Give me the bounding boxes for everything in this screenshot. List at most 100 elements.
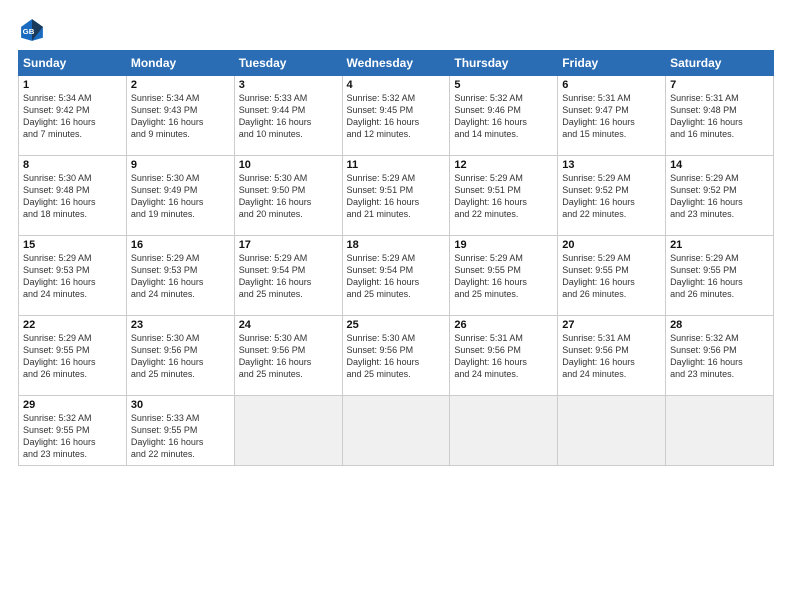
calendar-cell: 27Sunrise: 5:31 AM Sunset: 9:56 PM Dayli… <box>558 316 666 396</box>
weekday-header-sunday: Sunday <box>19 51 127 76</box>
calendar-cell <box>234 396 342 466</box>
weekday-header-saturday: Saturday <box>666 51 774 76</box>
calendar-cell: 6Sunrise: 5:31 AM Sunset: 9:47 PM Daylig… <box>558 76 666 156</box>
day-info: Sunrise: 5:33 AM Sunset: 9:55 PM Dayligh… <box>131 412 230 461</box>
day-number: 26 <box>454 319 553 331</box>
day-info: Sunrise: 5:32 AM Sunset: 9:56 PM Dayligh… <box>670 332 769 381</box>
day-info: Sunrise: 5:29 AM Sunset: 9:55 PM Dayligh… <box>23 332 122 381</box>
day-info: Sunrise: 5:32 AM Sunset: 9:46 PM Dayligh… <box>454 92 553 141</box>
calendar-cell: 11Sunrise: 5:29 AM Sunset: 9:51 PM Dayli… <box>342 156 450 236</box>
calendar-cell: 28Sunrise: 5:32 AM Sunset: 9:56 PM Dayli… <box>666 316 774 396</box>
day-info: Sunrise: 5:34 AM Sunset: 9:43 PM Dayligh… <box>131 92 230 141</box>
calendar-cell: 17Sunrise: 5:29 AM Sunset: 9:54 PM Dayli… <box>234 236 342 316</box>
day-number: 18 <box>347 239 446 251</box>
day-info: Sunrise: 5:33 AM Sunset: 9:44 PM Dayligh… <box>239 92 338 141</box>
calendar-cell: 9Sunrise: 5:30 AM Sunset: 9:49 PM Daylig… <box>126 156 234 236</box>
day-number: 8 <box>23 159 122 171</box>
day-number: 24 <box>239 319 338 331</box>
calendar-cell: 1Sunrise: 5:34 AM Sunset: 9:42 PM Daylig… <box>19 76 127 156</box>
calendar-cell: 22Sunrise: 5:29 AM Sunset: 9:55 PM Dayli… <box>19 316 127 396</box>
day-number: 11 <box>347 159 446 171</box>
calendar-cell <box>558 396 666 466</box>
calendar-cell: 8Sunrise: 5:30 AM Sunset: 9:48 PM Daylig… <box>19 156 127 236</box>
week-row-2: 8Sunrise: 5:30 AM Sunset: 9:48 PM Daylig… <box>19 156 774 236</box>
day-info: Sunrise: 5:29 AM Sunset: 9:52 PM Dayligh… <box>562 172 661 221</box>
calendar-cell: 3Sunrise: 5:33 AM Sunset: 9:44 PM Daylig… <box>234 76 342 156</box>
day-number: 20 <box>562 239 661 251</box>
day-info: Sunrise: 5:30 AM Sunset: 9:49 PM Dayligh… <box>131 172 230 221</box>
day-info: Sunrise: 5:29 AM Sunset: 9:54 PM Dayligh… <box>347 252 446 301</box>
day-number: 15 <box>23 239 122 251</box>
day-number: 2 <box>131 79 230 91</box>
svg-text:GB: GB <box>23 27 35 36</box>
calendar-cell: 10Sunrise: 5:30 AM Sunset: 9:50 PM Dayli… <box>234 156 342 236</box>
day-number: 5 <box>454 79 553 91</box>
calendar-cell: 5Sunrise: 5:32 AM Sunset: 9:46 PM Daylig… <box>450 76 558 156</box>
day-number: 6 <box>562 79 661 91</box>
day-number: 17 <box>239 239 338 251</box>
day-info: Sunrise: 5:34 AM Sunset: 9:42 PM Dayligh… <box>23 92 122 141</box>
calendar-cell <box>342 396 450 466</box>
calendar-cell: 26Sunrise: 5:31 AM Sunset: 9:56 PM Dayli… <box>450 316 558 396</box>
weekday-header-friday: Friday <box>558 51 666 76</box>
calendar-cell: 16Sunrise: 5:29 AM Sunset: 9:53 PM Dayli… <box>126 236 234 316</box>
day-info: Sunrise: 5:29 AM Sunset: 9:55 PM Dayligh… <box>670 252 769 301</box>
weekday-header-row: SundayMondayTuesdayWednesdayThursdayFrid… <box>19 51 774 76</box>
day-number: 4 <box>347 79 446 91</box>
calendar-cell: 21Sunrise: 5:29 AM Sunset: 9:55 PM Dayli… <box>666 236 774 316</box>
day-info: Sunrise: 5:31 AM Sunset: 9:56 PM Dayligh… <box>562 332 661 381</box>
day-number: 29 <box>23 399 122 411</box>
day-number: 12 <box>454 159 553 171</box>
calendar-cell <box>666 396 774 466</box>
weekday-header-tuesday: Tuesday <box>234 51 342 76</box>
day-number: 25 <box>347 319 446 331</box>
day-number: 22 <box>23 319 122 331</box>
weekday-header-wednesday: Wednesday <box>342 51 450 76</box>
calendar-cell: 29Sunrise: 5:32 AM Sunset: 9:55 PM Dayli… <box>19 396 127 466</box>
calendar-cell: 4Sunrise: 5:32 AM Sunset: 9:45 PM Daylig… <box>342 76 450 156</box>
calendar-cell: 23Sunrise: 5:30 AM Sunset: 9:56 PM Dayli… <box>126 316 234 396</box>
calendar-cell: 12Sunrise: 5:29 AM Sunset: 9:51 PM Dayli… <box>450 156 558 236</box>
calendar-cell: 20Sunrise: 5:29 AM Sunset: 9:55 PM Dayli… <box>558 236 666 316</box>
page: GB SundayMondayTuesdayWednesdayThursdayF… <box>0 0 792 612</box>
weekday-header-thursday: Thursday <box>450 51 558 76</box>
day-info: Sunrise: 5:29 AM Sunset: 9:55 PM Dayligh… <box>562 252 661 301</box>
day-info: Sunrise: 5:29 AM Sunset: 9:54 PM Dayligh… <box>239 252 338 301</box>
day-number: 14 <box>670 159 769 171</box>
day-number: 9 <box>131 159 230 171</box>
day-info: Sunrise: 5:29 AM Sunset: 9:51 PM Dayligh… <box>347 172 446 221</box>
day-number: 19 <box>454 239 553 251</box>
day-info: Sunrise: 5:30 AM Sunset: 9:50 PM Dayligh… <box>239 172 338 221</box>
calendar-cell: 18Sunrise: 5:29 AM Sunset: 9:54 PM Dayli… <box>342 236 450 316</box>
day-info: Sunrise: 5:29 AM Sunset: 9:53 PM Dayligh… <box>23 252 122 301</box>
day-number: 3 <box>239 79 338 91</box>
week-row-5: 29Sunrise: 5:32 AM Sunset: 9:55 PM Dayli… <box>19 396 774 466</box>
day-number: 1 <box>23 79 122 91</box>
day-number: 13 <box>562 159 661 171</box>
week-row-4: 22Sunrise: 5:29 AM Sunset: 9:55 PM Dayli… <box>19 316 774 396</box>
day-info: Sunrise: 5:29 AM Sunset: 9:51 PM Dayligh… <box>454 172 553 221</box>
calendar-cell <box>450 396 558 466</box>
week-row-1: 1Sunrise: 5:34 AM Sunset: 9:42 PM Daylig… <box>19 76 774 156</box>
header: GB <box>18 16 774 44</box>
weekday-header-monday: Monday <box>126 51 234 76</box>
day-info: Sunrise: 5:30 AM Sunset: 9:56 PM Dayligh… <box>131 332 230 381</box>
day-number: 7 <box>670 79 769 91</box>
day-info: Sunrise: 5:30 AM Sunset: 9:56 PM Dayligh… <box>347 332 446 381</box>
day-info: Sunrise: 5:29 AM Sunset: 9:55 PM Dayligh… <box>454 252 553 301</box>
day-number: 16 <box>131 239 230 251</box>
day-info: Sunrise: 5:31 AM Sunset: 9:48 PM Dayligh… <box>670 92 769 141</box>
week-row-3: 15Sunrise: 5:29 AM Sunset: 9:53 PM Dayli… <box>19 236 774 316</box>
day-info: Sunrise: 5:32 AM Sunset: 9:55 PM Dayligh… <box>23 412 122 461</box>
day-number: 27 <box>562 319 661 331</box>
day-info: Sunrise: 5:30 AM Sunset: 9:56 PM Dayligh… <box>239 332 338 381</box>
day-info: Sunrise: 5:29 AM Sunset: 9:52 PM Dayligh… <box>670 172 769 221</box>
calendar-cell: 25Sunrise: 5:30 AM Sunset: 9:56 PM Dayli… <box>342 316 450 396</box>
day-number: 21 <box>670 239 769 251</box>
calendar-cell: 14Sunrise: 5:29 AM Sunset: 9:52 PM Dayli… <box>666 156 774 236</box>
day-info: Sunrise: 5:31 AM Sunset: 9:47 PM Dayligh… <box>562 92 661 141</box>
logo-icon: GB <box>18 16 46 44</box>
day-number: 23 <box>131 319 230 331</box>
calendar-cell: 7Sunrise: 5:31 AM Sunset: 9:48 PM Daylig… <box>666 76 774 156</box>
calendar-cell: 19Sunrise: 5:29 AM Sunset: 9:55 PM Dayli… <box>450 236 558 316</box>
